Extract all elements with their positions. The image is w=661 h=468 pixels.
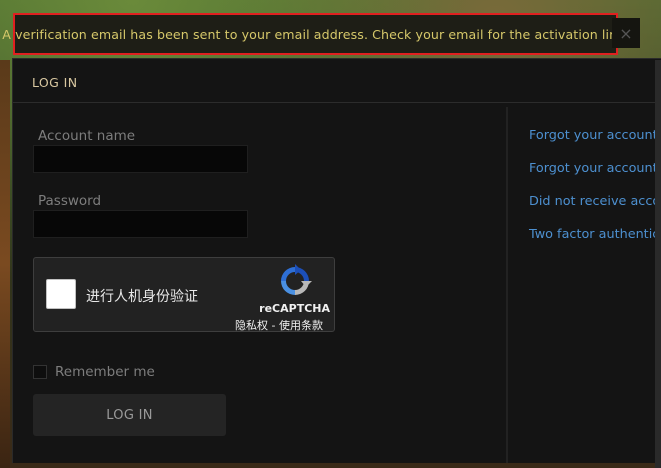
login-button[interactable]: LOG IN [33,394,226,436]
recaptcha-privacy-terms-link[interactable]: 隐私权 - 使用条款 [235,317,323,333]
remember-me-checkbox[interactable] [33,365,47,379]
forgot-password-link[interactable]: Forgot your account password? [529,128,661,143]
account-name-input[interactable] [33,145,248,173]
account-name-label: Account name [38,128,136,144]
panel-divider [506,107,508,463]
forgot-username-link[interactable]: Forgot your account username? [529,161,661,176]
remember-me-label[interactable]: Remember me [55,364,155,380]
background-edge-left [0,60,10,468]
password-input[interactable] [33,210,248,238]
recaptcha-widget: 进行人机身份验证 reCAPTCHA 隐私权 - 使用条款 [33,257,335,332]
panel-header: LOG IN [13,59,661,103]
recaptcha-brand: reCAPTCHA [259,302,330,315]
background-edge-right [655,60,661,468]
password-label: Password [38,193,102,209]
login-panel: LOG IN Account name Password 进行人机身份验证 re… [12,58,661,463]
page-title: LOG IN [32,75,78,90]
resend-activation-link[interactable]: Did not receive account activation email… [529,194,661,209]
recaptcha-label: 进行人机身份验证 [86,289,198,305]
verification-notice: A verification email has been sent to yo… [2,13,629,55]
recaptcha-checkbox[interactable] [46,279,76,309]
two-factor-link[interactable]: Two factor authentication [529,227,661,242]
recaptcha-logo-icon [281,264,312,295]
notice-message: A verification email has been sent to yo… [2,26,629,42]
close-icon: × [619,23,633,43]
close-notice-button[interactable]: × [612,18,640,48]
